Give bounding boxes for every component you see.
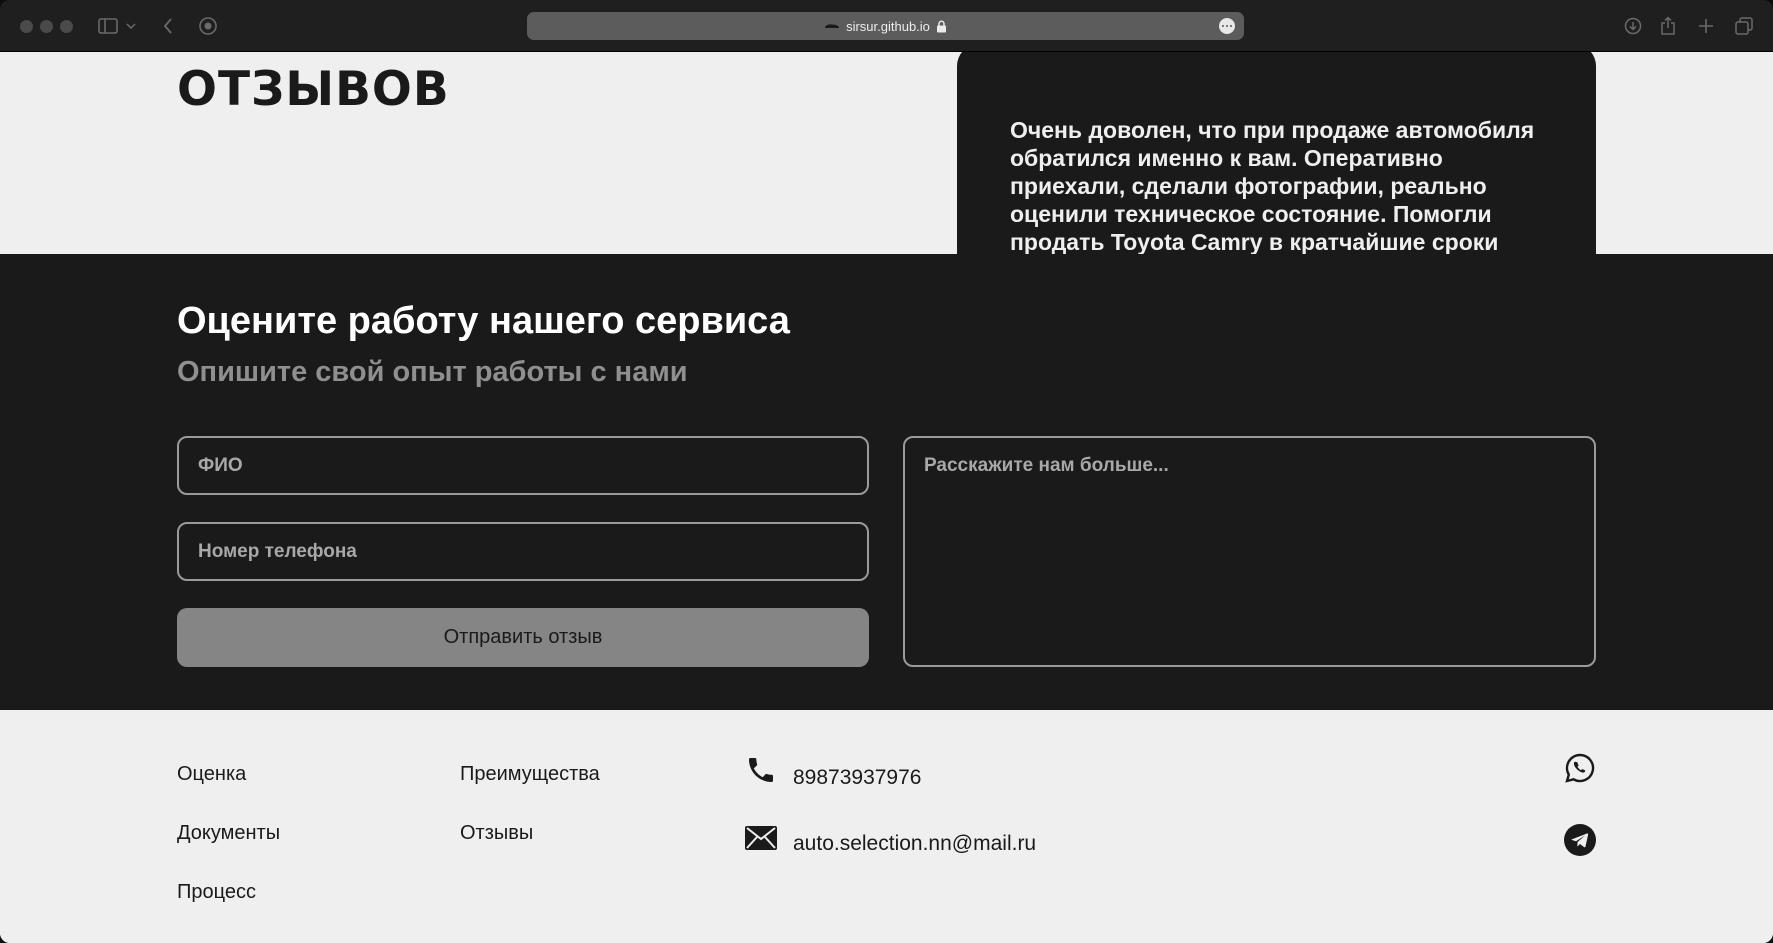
chevron-down-icon[interactable]: [124, 14, 138, 38]
feedback-title: Оцените работу нашего сервиса: [177, 300, 790, 342]
privacy-icon[interactable]: [196, 14, 220, 38]
reviews-section: ОТЗЫВОВ Очень доволен, что при продаже а…: [0, 52, 1773, 254]
reviews-title: ОТЗЫВОВ: [177, 62, 450, 117]
footer-link-documents[interactable]: Документы: [177, 822, 280, 845]
feedback-section: Оцените работу нашего сервиса Опишите св…: [0, 254, 1773, 710]
whatsapp-icon[interactable]: [1564, 752, 1596, 784]
close-window-button[interactable]: [20, 20, 33, 33]
footer-link-reviews[interactable]: Отзывы: [460, 822, 533, 845]
footer-link-evaluation[interactable]: Оценка: [177, 763, 246, 786]
zoom-window-button[interactable]: [60, 20, 73, 33]
sidebar-icon[interactable]: [96, 14, 120, 38]
phone-input[interactable]: Номер телефона: [177, 522, 869, 581]
page-menu-icon[interactable]: [1219, 18, 1235, 34]
lock-icon: [936, 20, 946, 32]
review-card: Очень доволен, что при продаже автомобил…: [957, 52, 1596, 254]
footer-email[interactable]: auto.selection.nn@mail.ru: [793, 832, 1036, 856]
name-input[interactable]: ФИО: [177, 436, 869, 495]
new-tab-icon[interactable]: [1694, 14, 1718, 38]
phone-icon: [749, 758, 773, 782]
share-icon[interactable]: [1656, 14, 1680, 38]
review-text: Очень доволен, что при продаже автомобил…: [1010, 117, 1535, 254]
footer-phone[interactable]: 89873937976: [793, 766, 921, 790]
web-page: ОТЗЫВОВ Очень доволен, что при продаже а…: [0, 52, 1773, 943]
telegram-icon[interactable]: [1564, 824, 1596, 856]
download-icon[interactable]: [1621, 14, 1645, 38]
tabs-overview-icon[interactable]: [1732, 14, 1756, 38]
site-footer: Оценка Документы Процесс Преимущества От…: [0, 710, 1773, 943]
footer-link-advantages[interactable]: Преимущества: [460, 763, 600, 786]
back-icon[interactable]: [156, 14, 180, 38]
url-text: sirsur.github.io: [846, 18, 930, 34]
mail-icon: [745, 826, 777, 850]
submit-review-button[interactable]: Отправить отзыв: [177, 608, 869, 667]
site-favicon-icon: [825, 24, 840, 28]
feedback-subtitle: Опишите свой опыт работы с нами: [177, 356, 688, 388]
browser-toolbar: sirsur.github.io: [0, 0, 1773, 52]
address-bar[interactable]: sirsur.github.io: [527, 12, 1244, 40]
minimize-window-button[interactable]: [40, 20, 53, 33]
browser-window: sirsur.github.io ОТЗЫВОВ Очень доволен, …: [0, 0, 1773, 943]
message-textarea[interactable]: Расскажите нам больше...: [903, 436, 1596, 667]
footer-link-process[interactable]: Процесс: [177, 881, 256, 904]
